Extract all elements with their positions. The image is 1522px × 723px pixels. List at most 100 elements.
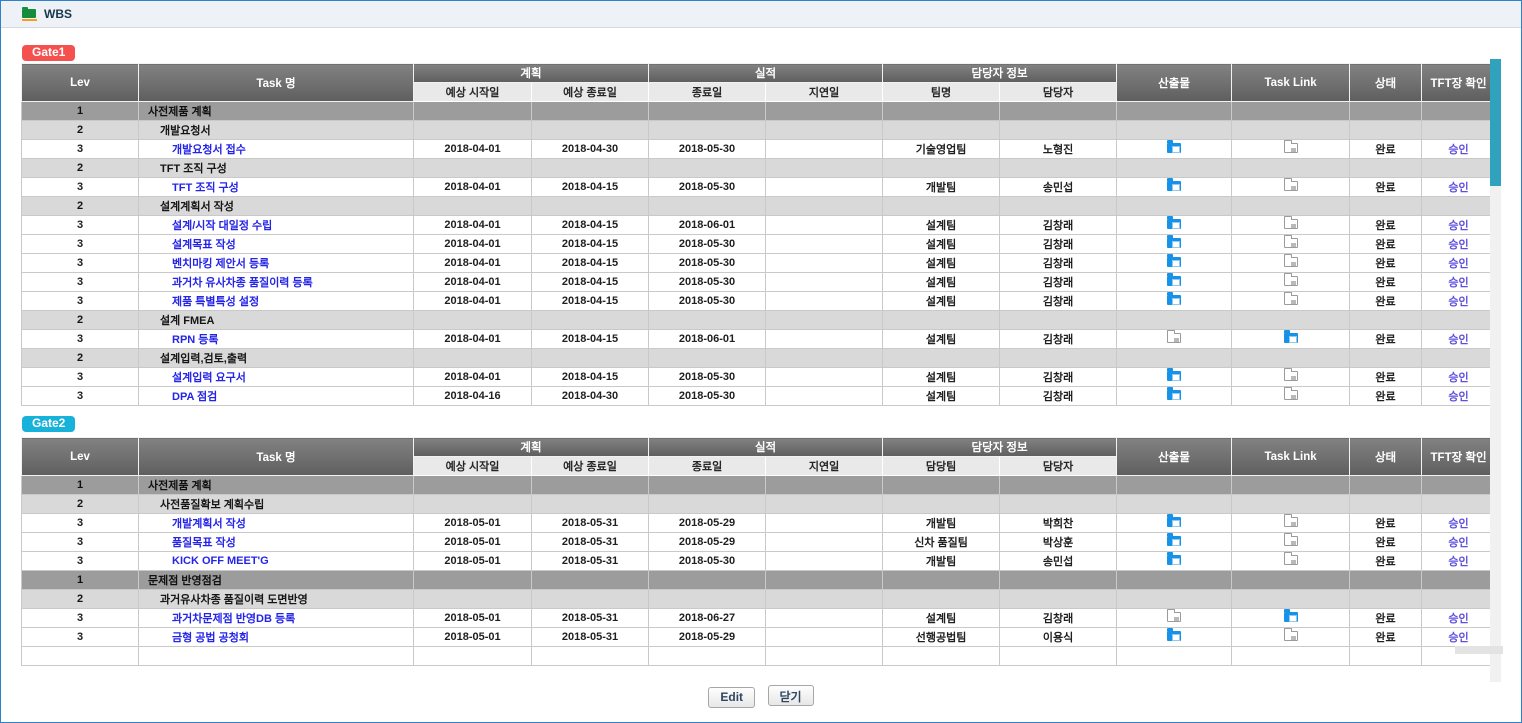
folder-outline-icon[interactable] [1284,257,1298,267]
folder-filled-icon[interactable] [1167,276,1181,286]
approve-link[interactable]: 승인 [1448,613,1468,625]
task-name-link[interactable]: 개발요청서 접수 [172,144,246,156]
page-title: WBS [44,7,72,21]
task-name-link[interactable]: KICK OFF MEET'G [172,555,269,567]
folder-outline-icon[interactable] [1284,143,1298,153]
task-row: 2설계 FMEA [22,311,1496,330]
folder-outline-icon[interactable] [1284,631,1298,641]
approve-link[interactable]: 승인 [1448,372,1468,384]
approve-link[interactable]: 승인 [1448,182,1468,194]
gate1-table: Lev Task 명 계획 실적 담당자 정보 산출물 Task Link 상태… [21,63,1496,406]
folder-filled-icon[interactable] [1167,517,1181,527]
close-button[interactable]: 닫기 [768,685,814,706]
task-row: 3KICK OFF MEET'G2018-05-012018-05-312018… [22,552,1496,571]
folder-filled-icon[interactable] [1284,612,1298,622]
plan-start-cell: 2018-05-01 [414,628,532,647]
approve-link[interactable]: 승인 [1448,296,1468,308]
col-header-plan-end: 예상 종료일 [532,83,649,102]
folder-outline-icon[interactable] [1284,219,1298,229]
folder-filled-icon[interactable] [1167,143,1181,153]
output-cell [1117,121,1232,140]
person-cell [1000,311,1117,330]
task-name-link[interactable]: 설계목표 작성 [172,239,236,251]
plan-start-cell: 2018-04-01 [414,140,532,159]
plan-end-cell [532,121,649,140]
actual-end-cell: 2018-05-30 [649,273,766,292]
task-name-link[interactable]: TFT 조직 구성 [172,182,239,194]
delay-cell [766,476,883,495]
approve-link[interactable]: 승인 [1448,518,1468,530]
task-name-link[interactable]: 설계입력 요구서 [172,372,246,384]
task-name-link[interactable]: DPA 점검 [172,391,217,403]
task-name-link[interactable]: 과거차문제점 반영DB 등록 [172,613,295,625]
tft-confirm-cell: 승인 [1422,609,1496,628]
plan-start-cell: 2018-04-01 [414,292,532,311]
col-header-actual-end: 종료일 [649,457,766,476]
folder-filled-icon[interactable] [1167,181,1181,191]
plan-start-cell: 2018-04-01 [414,330,532,349]
delay-cell [766,590,883,609]
approve-link[interactable]: 승인 [1448,537,1468,549]
task-name-link[interactable]: 금형 공법 공청회 [172,632,249,644]
actual-end-cell [649,590,766,609]
actual-end-cell: 2018-05-30 [649,387,766,406]
approve-link[interactable]: 승인 [1448,391,1468,403]
folder-filled-icon[interactable] [1167,555,1181,565]
task-name-link[interactable]: 품질목표 작성 [172,537,236,549]
status-cell: 완료 [1350,140,1422,159]
task-row: 2TFT 조직 구성 [22,159,1496,178]
lev-cell: 3 [22,178,139,197]
approve-link[interactable]: 승인 [1448,144,1468,156]
approve-link[interactable]: 승인 [1448,556,1468,568]
approve-link[interactable]: 승인 [1448,239,1468,251]
folder-filled-icon[interactable] [1167,536,1181,546]
delay-cell [766,140,883,159]
task-name-link[interactable]: 개발계획서 작성 [172,518,246,530]
folder-outline-icon[interactable] [1167,612,1181,622]
task-name-link[interactable]: 설계/시작 대일정 수립 [172,220,272,232]
folder-filled-icon[interactable] [1284,333,1298,343]
task-name-link[interactable]: RPN 등록 [172,334,219,346]
team-cell: 설계팀 [883,387,1000,406]
plan-start-cell: 2018-04-01 [414,254,532,273]
folder-outline-icon[interactable] [1167,333,1181,343]
task-name-cell: 제품 특별특성 설정 [139,292,414,311]
folder-filled-icon[interactable] [1167,257,1181,267]
output-cell [1117,571,1232,590]
col-header-plan-start: 예상 시작일 [414,457,532,476]
status-cell [1350,159,1422,178]
folder-outline-icon[interactable] [1284,536,1298,546]
output-cell [1117,349,1232,368]
actual-end-cell [649,349,766,368]
folder-outline-icon[interactable] [1284,555,1298,565]
task-name-link[interactable]: 과거차 유사차종 품질이력 등록 [172,277,313,289]
folder-filled-icon[interactable] [1167,219,1181,229]
approve-link[interactable]: 승인 [1448,258,1468,270]
actual-end-cell: 2018-05-29 [649,514,766,533]
folder-outline-icon[interactable] [1284,238,1298,248]
folder-filled-icon[interactable] [1167,295,1181,305]
folder-filled-icon[interactable] [1167,371,1181,381]
task-name-link[interactable]: 벤치마킹 제안서 등록 [172,258,269,270]
folder-outline-icon[interactable] [1284,276,1298,286]
folder-filled-icon[interactable] [1167,238,1181,248]
task-row: 2개발요청서 [22,121,1496,140]
approve-link[interactable]: 승인 [1448,632,1468,644]
edit-button[interactable]: Edit [708,687,755,708]
lev-cell: 3 [22,533,139,552]
approve-link[interactable]: 승인 [1448,277,1468,289]
task-name-link[interactable]: 제품 특별특성 설정 [172,296,259,308]
folder-outline-icon[interactable] [1284,371,1298,381]
output-cell [1117,197,1232,216]
folder-outline-icon[interactable] [1284,181,1298,191]
folder-outline-icon[interactable] [1284,390,1298,400]
approve-link[interactable]: 승인 [1448,220,1468,232]
vertical-scrollbar-track[interactable] [1490,59,1501,682]
approve-link[interactable]: 승인 [1448,334,1468,346]
folder-filled-icon[interactable] [1167,631,1181,641]
folder-outline-icon[interactable] [1284,517,1298,527]
folder-outline-icon[interactable] [1284,295,1298,305]
task-link-cell [1232,368,1350,387]
folder-filled-icon[interactable] [1167,390,1181,400]
vertical-scrollbar-thumb[interactable] [1490,59,1501,186]
